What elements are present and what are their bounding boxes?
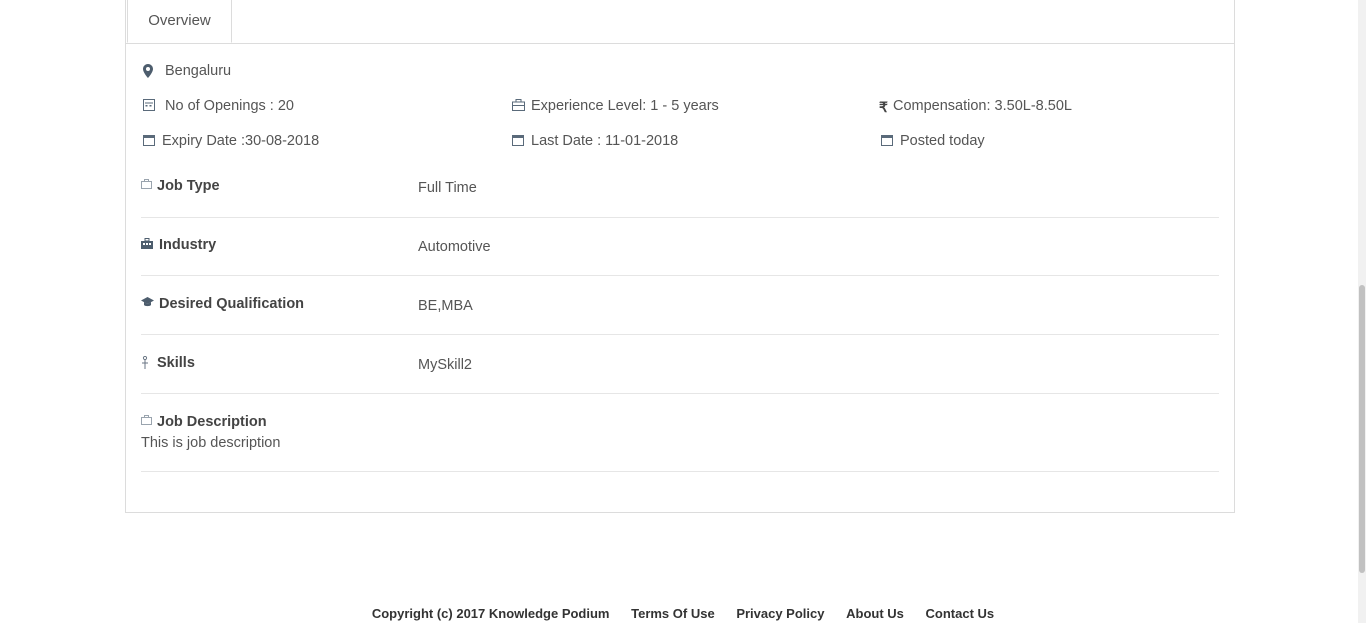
rupee-icon: ₹ — [879, 99, 888, 115]
description-value: This is job description — [141, 435, 281, 451]
calendar-icon — [512, 134, 526, 148]
copyright-text: Copyright (c) 2017 Knowledge Podium — [371, 606, 610, 621]
graduation-cap-icon — [141, 297, 154, 311]
skills-label-text: Skills — [157, 355, 195, 371]
skills-label: Skills — [141, 355, 195, 371]
industry-value: Automotive — [418, 239, 491, 255]
openings-text: No of Openings : 20 — [165, 98, 294, 114]
footer-link-privacy[interactable]: Privacy Policy — [736, 606, 824, 621]
industry-row: Industry Automotive — [141, 217, 1219, 276]
industry-label: Industry — [141, 237, 216, 253]
skills-row: Skills MySkill2 — [141, 335, 1219, 394]
posted-row: Posted today — [881, 133, 985, 149]
qualification-label-text: Desired Qualification — [159, 296, 305, 312]
location-text: Bengaluru — [165, 63, 232, 79]
calendar-icon — [881, 134, 895, 148]
description-label-text: Job Description — [157, 414, 267, 430]
map-marker-icon — [143, 64, 157, 78]
location-row: Bengaluru — [143, 63, 231, 79]
footer-link-terms[interactable]: Terms Of Use — [631, 606, 715, 621]
briefcase-icon — [512, 99, 526, 113]
industry-label-text: Industry — [159, 237, 217, 253]
footer-link-contact[interactable]: Contact Us — [926, 606, 995, 621]
skills-value: MySkill2 — [418, 357, 472, 373]
qualification-row: Desired Qualification BE,MBA — [141, 276, 1219, 335]
description-icon — [141, 415, 152, 429]
qualification-value: BE,MBA — [418, 298, 473, 314]
posted-text: Posted today — [900, 133, 985, 149]
description-label: Job Description — [141, 414, 267, 430]
openings-row: No of Openings : 20 — [143, 98, 294, 114]
job-overview-card: Overview Bengaluru No of Openings : 20 E… — [125, 0, 1235, 513]
skills-icon — [141, 356, 151, 370]
footer-link-about[interactable]: About Us — [846, 606, 904, 621]
compensation-text: Compensation: 3.50L-8.50L — [893, 98, 1072, 114]
tab-bar: Overview — [126, 0, 1234, 44]
job-type-label-text: Job Type — [157, 178, 220, 194]
job-type-icon — [141, 179, 152, 193]
last-date-row: Last Date : 11-01-2018 — [512, 133, 678, 149]
compensation-row: ₹ Compensation: 3.50L-8.50L — [879, 98, 1072, 115]
footer: Copyright (c) 2017 Knowledge Podium Term… — [0, 606, 1366, 621]
last-date-text: Last Date : 11-01-2018 — [531, 133, 679, 149]
scrollbar-thumb[interactable] — [1359, 285, 1365, 573]
experience-text: Experience Level: 1 - 5 years — [531, 98, 719, 114]
qualification-label: Desired Qualification — [141, 296, 304, 312]
calendar-icon — [143, 134, 157, 148]
expiry-text: Expiry Date :30-08-2018 — [162, 133, 320, 149]
tab-overview[interactable]: Overview — [127, 0, 232, 43]
expiry-row: Expiry Date :30-08-2018 — [143, 133, 319, 149]
job-type-value: Full Time — [418, 180, 477, 196]
experience-row: Experience Level: 1 - 5 years — [512, 98, 719, 114]
job-type-row: Job Type Full Time — [141, 166, 1219, 218]
scrollbar[interactable] — [1358, 0, 1366, 623]
description-row: Job Description This is job description — [141, 394, 1219, 472]
job-type-label: Job Type — [141, 178, 220, 194]
calculator-icon — [143, 99, 157, 113]
industry-icon — [141, 238, 153, 252]
